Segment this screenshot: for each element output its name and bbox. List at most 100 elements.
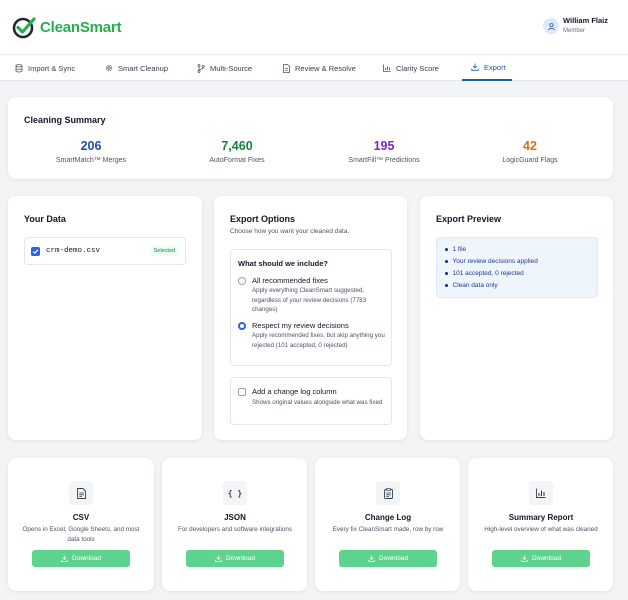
bullet-icon (445, 248, 448, 251)
tab-label: Clarity Score (396, 63, 439, 73)
button-label: Download (72, 555, 101, 562)
download-csv-button[interactable]: Download (32, 550, 130, 567)
app-name: CleanSmart (40, 18, 122, 36)
bullet-icon (445, 284, 448, 287)
download-changelog-button[interactable]: Download (339, 550, 437, 567)
download-icon (61, 555, 68, 562)
bar-chart-icon (383, 64, 391, 72)
export-card-summary-report: Summary Report High-level overview of wh… (468, 458, 613, 591)
stat-logicguard: 42 LogicGuard Flags (465, 139, 595, 164)
stat-value: 206 (80, 139, 102, 153)
export-card-changelog: Change Log Every fix CleanSmart made, ro… (315, 458, 460, 591)
export-title: JSON (224, 513, 246, 522)
preview-item-text: 1 file (452, 246, 467, 253)
card-subtitle: Choose how you want your cleaned data. (230, 228, 350, 235)
tab-import-sync[interactable]: Import & Sync (15, 55, 75, 81)
gear-icon (105, 64, 113, 72)
export-title: CSV (72, 513, 90, 522)
check-icon (32, 248, 39, 254)
download-summary-report-button[interactable]: Download (492, 550, 590, 567)
card-title: Your Data (24, 214, 66, 224)
stat-value: 42 (523, 139, 537, 153)
tab-smart-cleanup[interactable]: Smart Cleanup (105, 55, 168, 81)
bar-chart-icon (529, 481, 553, 505)
cleaning-summary-card: Cleaning Summary 206 SmartMatch™ Merges … (8, 97, 613, 179)
bullet-icon (445, 260, 448, 263)
user-menu[interactable]: William Flaiz Member (543, 16, 608, 34)
option-description: Apply everything CleanSmart suggested, r… (252, 287, 367, 313)
logo[interactable]: CleanSmart (11, 14, 122, 40)
radio-all-fixes[interactable] (238, 277, 246, 285)
options-question: What should we include? (238, 259, 328, 268)
stat-label: LogicGuard Flags (502, 157, 558, 164)
stat-value: 7,460 (221, 139, 253, 153)
stat-label: SmartMatch™ Merges (55, 157, 127, 164)
file-name: crm-demo.csv (46, 247, 101, 255)
option-label[interactable]: Add a change log column (252, 387, 337, 396)
export-title: Summary Report (508, 513, 574, 522)
clipboard-icon (376, 481, 400, 505)
download-json-button[interactable]: Download (186, 550, 284, 567)
status-badge: Selected (149, 246, 179, 256)
tab-multi-source[interactable]: Multi-Source (197, 55, 252, 81)
your-data-card: Your Data crm-demo.csv Selected (8, 196, 202, 440)
option-description: Shows original values alongside what was… (252, 399, 383, 406)
download-icon (215, 555, 222, 562)
stat-autoformat: 7,460 AutoFormat Fixes (172, 139, 302, 164)
changelog-option-box: Add a change log column Shows original v… (230, 377, 392, 425)
export-options-card: Export Options Choose how you want your … (214, 196, 407, 440)
user-icon (547, 22, 555, 30)
nav-tabs: Import & Sync Smart Cleanup Multi-Source… (0, 54, 628, 81)
export-title: Change Log (364, 513, 412, 522)
tab-label: Smart Cleanup (118, 63, 169, 73)
card-title: Export Options (230, 214, 295, 224)
tab-clarity-score[interactable]: Clarity Score (383, 55, 439, 81)
stat-value: 195 (373, 139, 395, 153)
changelog-checkbox[interactable] (238, 388, 246, 396)
export-description: For developers and software integrations (177, 526, 293, 533)
option-label[interactable]: Respect my review decisions (252, 321, 349, 330)
document-icon (283, 63, 290, 73)
export-description: High-level overview of what was cleaned (484, 526, 598, 533)
merge-icon (197, 63, 205, 73)
export-description: Every fix CleanSmart made, row by row (332, 526, 444, 533)
database-icon (15, 63, 23, 72)
preview-item-text: Clean data only (452, 282, 498, 289)
option-description: Apply recommended fixes, but skip anythi… (252, 332, 385, 349)
export-description: Opens in Excel, Google Sheets, and most … (22, 526, 140, 543)
user-name: William Flaiz (563, 16, 608, 25)
preview-item: 101 accepted, 0 rejected (445, 270, 524, 277)
tab-label: Import & Sync (28, 63, 76, 73)
summary-title: Cleaning Summary (24, 115, 106, 125)
button-label: Download (532, 555, 561, 562)
avatar (543, 18, 560, 34)
file-row[interactable]: crm-demo.csv Selected (24, 237, 186, 265)
bullet-icon (445, 272, 448, 275)
tab-label: Multi-Source (210, 63, 253, 73)
csv-file-icon (69, 481, 93, 505)
preview-item-text: 101 accepted, 0 rejected (452, 270, 524, 277)
tab-label: Review & Resolve (295, 63, 356, 73)
stat-smartfill: 195 SmartFill™ Predictions (319, 139, 449, 164)
tab-label: Export (484, 62, 506, 72)
user-role: Member (563, 28, 586, 34)
button-label: Download (226, 555, 255, 562)
download-icon (471, 63, 479, 71)
option-label[interactable]: All recommended fixes (252, 276, 328, 285)
tab-review-resolve[interactable]: Review & Resolve (283, 55, 356, 81)
radio-respect-decisions[interactable] (238, 322, 246, 330)
file-checkbox[interactable] (31, 246, 40, 256)
tab-export[interactable]: Export (462, 55, 512, 81)
preview-box: 1 file Your review decisions applied 101… (436, 237, 598, 298)
preview-item: Clean data only (445, 282, 498, 289)
include-options-box: What should we include? All recommended … (230, 249, 392, 366)
braces-icon: { } (223, 481, 247, 505)
export-card-csv: CSV Opens in Excel, Google Sheets, and m… (8, 458, 154, 591)
logo-check-icon (12, 17, 36, 39)
stat-label: AutoFormat Fixes (209, 157, 265, 164)
download-icon (368, 555, 375, 562)
app-header: CleanSmart William Flaiz Member (0, 0, 628, 54)
stat-smartmatch: 206 SmartMatch™ Merges (26, 139, 156, 164)
export-preview-card: Export Preview 1 file Your review decisi… (420, 196, 613, 440)
card-title: Export Preview (436, 214, 502, 224)
